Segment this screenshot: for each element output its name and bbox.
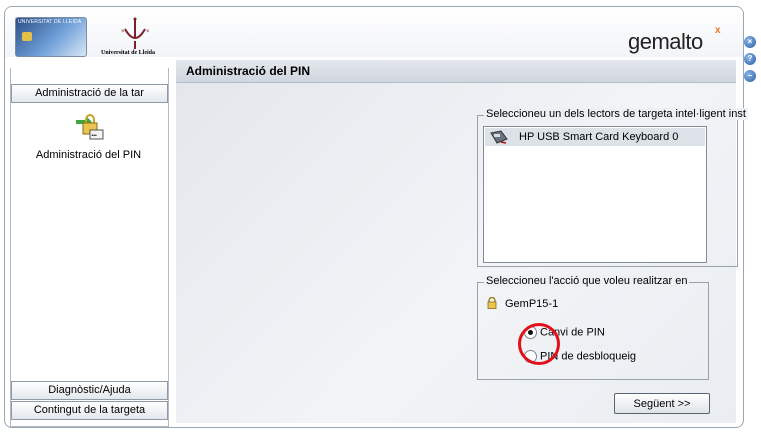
reader-list[interactable]: HP USB Smart Card Keyboard 0 — [483, 126, 707, 263]
page-title: Administració del PIN — [186, 64, 311, 78]
svg-text:•••: ••• — [91, 133, 97, 139]
reader-group-legend: Seleccioneu un dels lectors de targeta i… — [484, 108, 748, 120]
sidebar-item-label: Administració del PIN — [35, 149, 142, 161]
close-icon[interactable]: × — [744, 36, 756, 48]
sidebar: Administració de la tar ••• Administraci… — [10, 68, 169, 427]
reader-group: Seleccioneu un dels lectors de targeta i… — [477, 108, 748, 267]
tab-card-admin[interactable]: Administració de la tar — [11, 84, 168, 103]
action-group-legend: Seleccioneu l'acció que voleu realitzar … — [484, 275, 690, 287]
highlight-circle — [518, 323, 560, 365]
card-caption: UNIVERSITAT DE LLEIDA — [18, 19, 82, 25]
main-header: Administració del PIN — [176, 60, 736, 83]
card-name: GemP15-1 — [505, 298, 559, 310]
university-name: Universitat de Lleida — [101, 50, 155, 56]
tab-diagnostics-help[interactable]: Diagnòstic/Ajuda — [11, 381, 168, 400]
action-group: Seleccioneu l'acció que voleu realitzar … — [477, 275, 709, 380]
svg-text:×: × — [121, 29, 125, 35]
reader-label: HP USB Smart Card Keyboard 0 — [519, 131, 679, 143]
tab-card-contents[interactable]: Contingut de la targeta — [11, 401, 168, 420]
help-icon[interactable]: ? — [744, 53, 756, 65]
smart-card-logo: UNIVERSITAT DE LLEIDA — [15, 17, 87, 57]
next-button[interactable]: Següent >> — [614, 393, 710, 414]
sidebar-item-pin-admin[interactable]: ••• Administració del PIN — [11, 108, 166, 161]
university-crest-icon: × × — [121, 17, 150, 49]
main-content: Seleccioneu un dels lectors de targeta i… — [176, 83, 748, 423]
card-chip — [22, 32, 32, 41]
vendor-mark: x — [715, 25, 721, 36]
pin-admin-icon: ••• — [75, 114, 103, 140]
list-item[interactable]: HP USB Smart Card Keyboard 0 — [485, 128, 705, 146]
svg-text:×: × — [146, 29, 150, 35]
vendor-logo: gemalto — [628, 29, 703, 54]
card-reader-icon — [490, 130, 508, 144]
minimize-icon[interactable]: – — [744, 70, 756, 82]
lock-icon — [487, 297, 497, 309]
